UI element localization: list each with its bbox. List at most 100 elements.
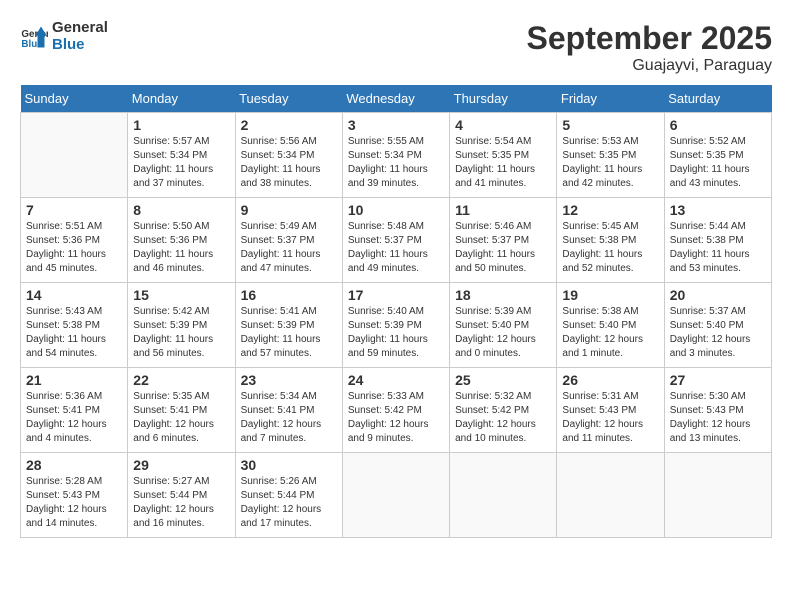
day-header-friday: Friday xyxy=(557,85,664,113)
day-number: 28 xyxy=(26,457,122,473)
calendar-week-1: 1Sunrise: 5:57 AM Sunset: 5:34 PM Daylig… xyxy=(21,113,772,198)
day-info: Sunrise: 5:54 AM Sunset: 5:35 PM Dayligh… xyxy=(455,135,551,191)
calendar-week-2: 7Sunrise: 5:51 AM Sunset: 5:36 PM Daylig… xyxy=(21,198,772,283)
calendar-cell: 11 Sunrise: 5:46 AM Sunset: 5:37 PM Dayli… xyxy=(450,198,557,283)
calendar-cell: 8Sunrise: 5:50 AM Sunset: 5:36 PM Daylig… xyxy=(128,198,235,283)
day-info: Sunrise: 5:33 AM Sunset: 5:42 PM Dayligh… xyxy=(348,390,444,446)
calendar-cell: 22 Sunrise: 5:35 AM Sunset: 5:41 PM Dayli… xyxy=(128,368,235,453)
day-info: Sunrise: 5:28 AM Sunset: 5:43 PM Dayligh… xyxy=(26,475,122,531)
day-info: Sunrise: 5:26 AM Sunset: 5:44 PM Dayligh… xyxy=(241,475,337,531)
calendar-cell: 20Sunrise: 5:37 AM Sunset: 5:40 PM Dayli… xyxy=(664,283,771,368)
day-number: 22 xyxy=(133,372,229,388)
day-number: 25 xyxy=(455,372,551,388)
day-number: 4 xyxy=(455,117,551,133)
day-number: 30 xyxy=(241,457,337,473)
calendar-cell: 28 Sunrise: 5:28 AM Sunset: 5:43 PM Dayli… xyxy=(21,453,128,538)
day-number: 24 xyxy=(348,372,444,388)
day-number: 16 xyxy=(241,287,337,303)
calendar-cell: 5 Sunrise: 5:53 AM Sunset: 5:35 PM Daylig… xyxy=(557,113,664,198)
calendar-cell xyxy=(342,453,449,538)
day-header-sunday: Sunday xyxy=(21,85,128,113)
calendar-cell: 10 Sunrise: 5:48 AM Sunset: 5:37 PM Dayli… xyxy=(342,198,449,283)
page-header: General Blue General Blue September 2025… xyxy=(20,20,772,75)
calendar-week-4: 21 Sunrise: 5:36 AM Sunset: 5:41 PM Dayli… xyxy=(21,368,772,453)
day-header-wednesday: Wednesday xyxy=(342,85,449,113)
day-info: Sunrise: 5:53 AM Sunset: 5:35 PM Dayligh… xyxy=(562,135,658,191)
day-number: 11 xyxy=(455,202,551,218)
calendar-cell: 6 Sunrise: 5:52 AM Sunset: 5:35 PM Daylig… xyxy=(664,113,771,198)
day-header-tuesday: Tuesday xyxy=(235,85,342,113)
calendar-cell: 12Sunrise: 5:45 AM Sunset: 5:38 PM Dayli… xyxy=(557,198,664,283)
day-info: Sunrise: 5:48 AM Sunset: 5:37 PM Dayligh… xyxy=(348,220,444,276)
day-number: 17 xyxy=(348,287,444,303)
day-header-monday: Monday xyxy=(128,85,235,113)
day-number: 14 xyxy=(26,287,122,303)
day-info: Sunrise: 5:37 AM Sunset: 5:40 PM Dayligh… xyxy=(670,305,766,361)
day-info: Sunrise: 5:32 AM Sunset: 5:42 PM Dayligh… xyxy=(455,390,551,446)
day-number: 5 xyxy=(562,117,658,133)
calendar-cell xyxy=(450,453,557,538)
day-number: 29 xyxy=(133,457,229,473)
day-number: 21 xyxy=(26,372,122,388)
calendar-cell xyxy=(664,453,771,538)
day-number: 13 xyxy=(670,202,766,218)
day-number: 6 xyxy=(670,117,766,133)
calendar-week-3: 14Sunrise: 5:43 AM Sunset: 5:38 PM Dayli… xyxy=(21,283,772,368)
calendar-cell: 13 Sunrise: 5:44 AM Sunset: 5:38 PM Dayli… xyxy=(664,198,771,283)
calendar-cell: 30 Sunrise: 5:26 AM Sunset: 5:44 PM Dayli… xyxy=(235,453,342,538)
day-number: 18 xyxy=(455,287,551,303)
calendar-cell: 27 Sunrise: 5:30 AM Sunset: 5:43 PM Dayli… xyxy=(664,368,771,453)
calendar-cell: 21 Sunrise: 5:36 AM Sunset: 5:41 PM Dayli… xyxy=(21,368,128,453)
calendar-table: SundayMondayTuesdayWednesdayThursdayFrid… xyxy=(20,85,772,538)
day-info: Sunrise: 5:57 AM Sunset: 5:34 PM Dayligh… xyxy=(133,135,229,191)
day-number: 2 xyxy=(241,117,337,133)
calendar-cell: 1Sunrise: 5:57 AM Sunset: 5:34 PM Daylig… xyxy=(128,113,235,198)
day-info: Sunrise: 5:36 AM Sunset: 5:41 PM Dayligh… xyxy=(26,390,122,446)
day-number: 3 xyxy=(348,117,444,133)
day-info: Sunrise: 5:41 AM Sunset: 5:39 PM Dayligh… xyxy=(241,305,337,361)
day-number: 12 xyxy=(562,202,658,218)
day-info: Sunrise: 5:52 AM Sunset: 5:35 PM Dayligh… xyxy=(670,135,766,191)
calendar-header-row: SundayMondayTuesdayWednesdayThursdayFrid… xyxy=(21,85,772,113)
day-info: Sunrise: 5:34 AM Sunset: 5:41 PM Dayligh… xyxy=(241,390,337,446)
day-number: 9 xyxy=(241,202,337,218)
calendar-cell: 24 Sunrise: 5:33 AM Sunset: 5:42 PM Dayli… xyxy=(342,368,449,453)
calendar-cell: 2 Sunrise: 5:56 AM Sunset: 5:34 PM Daylig… xyxy=(235,113,342,198)
calendar-cell xyxy=(21,113,128,198)
day-header-thursday: Thursday xyxy=(450,85,557,113)
day-number: 15 xyxy=(133,287,229,303)
day-info: Sunrise: 5:39 AM Sunset: 5:40 PM Dayligh… xyxy=(455,305,551,361)
day-number: 19 xyxy=(562,287,658,303)
logo-icon: General Blue xyxy=(20,23,48,51)
month-title: September 2025 xyxy=(527,20,772,57)
calendar-cell: 25 Sunrise: 5:32 AM Sunset: 5:42 PM Dayli… xyxy=(450,368,557,453)
day-number: 27 xyxy=(670,372,766,388)
day-info: Sunrise: 5:51 AM Sunset: 5:36 PM Dayligh… xyxy=(26,220,122,276)
calendar-cell: 9 Sunrise: 5:49 AM Sunset: 5:37 PM Daylig… xyxy=(235,198,342,283)
logo: General Blue General Blue xyxy=(20,20,108,53)
title-area: September 2025 Guajayvi, Paraguay xyxy=(527,20,772,75)
day-info: Sunrise: 5:56 AM Sunset: 5:34 PM Dayligh… xyxy=(241,135,337,191)
calendar-cell: 17 Sunrise: 5:40 AM Sunset: 5:39 PM Dayli… xyxy=(342,283,449,368)
day-info: Sunrise: 5:35 AM Sunset: 5:41 PM Dayligh… xyxy=(133,390,229,446)
calendar-cell: 14Sunrise: 5:43 AM Sunset: 5:38 PM Dayli… xyxy=(21,283,128,368)
calendar-cell xyxy=(557,453,664,538)
day-number: 10 xyxy=(348,202,444,218)
day-info: Sunrise: 5:40 AM Sunset: 5:39 PM Dayligh… xyxy=(348,305,444,361)
calendar-cell: 15 Sunrise: 5:42 AM Sunset: 5:39 PM Dayli… xyxy=(128,283,235,368)
day-info: Sunrise: 5:42 AM Sunset: 5:39 PM Dayligh… xyxy=(133,305,229,361)
day-info: Sunrise: 5:27 AM Sunset: 5:44 PM Dayligh… xyxy=(133,475,229,531)
calendar-cell: 23Sunrise: 5:34 AM Sunset: 5:41 PM Dayli… xyxy=(235,368,342,453)
day-info: Sunrise: 5:46 AM Sunset: 5:37 PM Dayligh… xyxy=(455,220,551,276)
calendar-cell: 3Sunrise: 5:55 AM Sunset: 5:34 PM Daylig… xyxy=(342,113,449,198)
day-info: Sunrise: 5:44 AM Sunset: 5:38 PM Dayligh… xyxy=(670,220,766,276)
calendar-body: 1Sunrise: 5:57 AM Sunset: 5:34 PM Daylig… xyxy=(21,113,772,538)
calendar-cell: 29 Sunrise: 5:27 AM Sunset: 5:44 PM Dayli… xyxy=(128,453,235,538)
day-info: Sunrise: 5:31 AM Sunset: 5:43 PM Dayligh… xyxy=(562,390,658,446)
day-info: Sunrise: 5:30 AM Sunset: 5:43 PM Dayligh… xyxy=(670,390,766,446)
day-info: Sunrise: 5:50 AM Sunset: 5:36 PM Dayligh… xyxy=(133,220,229,276)
calendar-cell: 18 Sunrise: 5:39 AM Sunset: 5:40 PM Dayli… xyxy=(450,283,557,368)
day-info: Sunrise: 5:49 AM Sunset: 5:37 PM Dayligh… xyxy=(241,220,337,276)
calendar-cell: 7Sunrise: 5:51 AM Sunset: 5:36 PM Daylig… xyxy=(21,198,128,283)
calendar-cell: 19Sunrise: 5:38 AM Sunset: 5:40 PM Dayli… xyxy=(557,283,664,368)
